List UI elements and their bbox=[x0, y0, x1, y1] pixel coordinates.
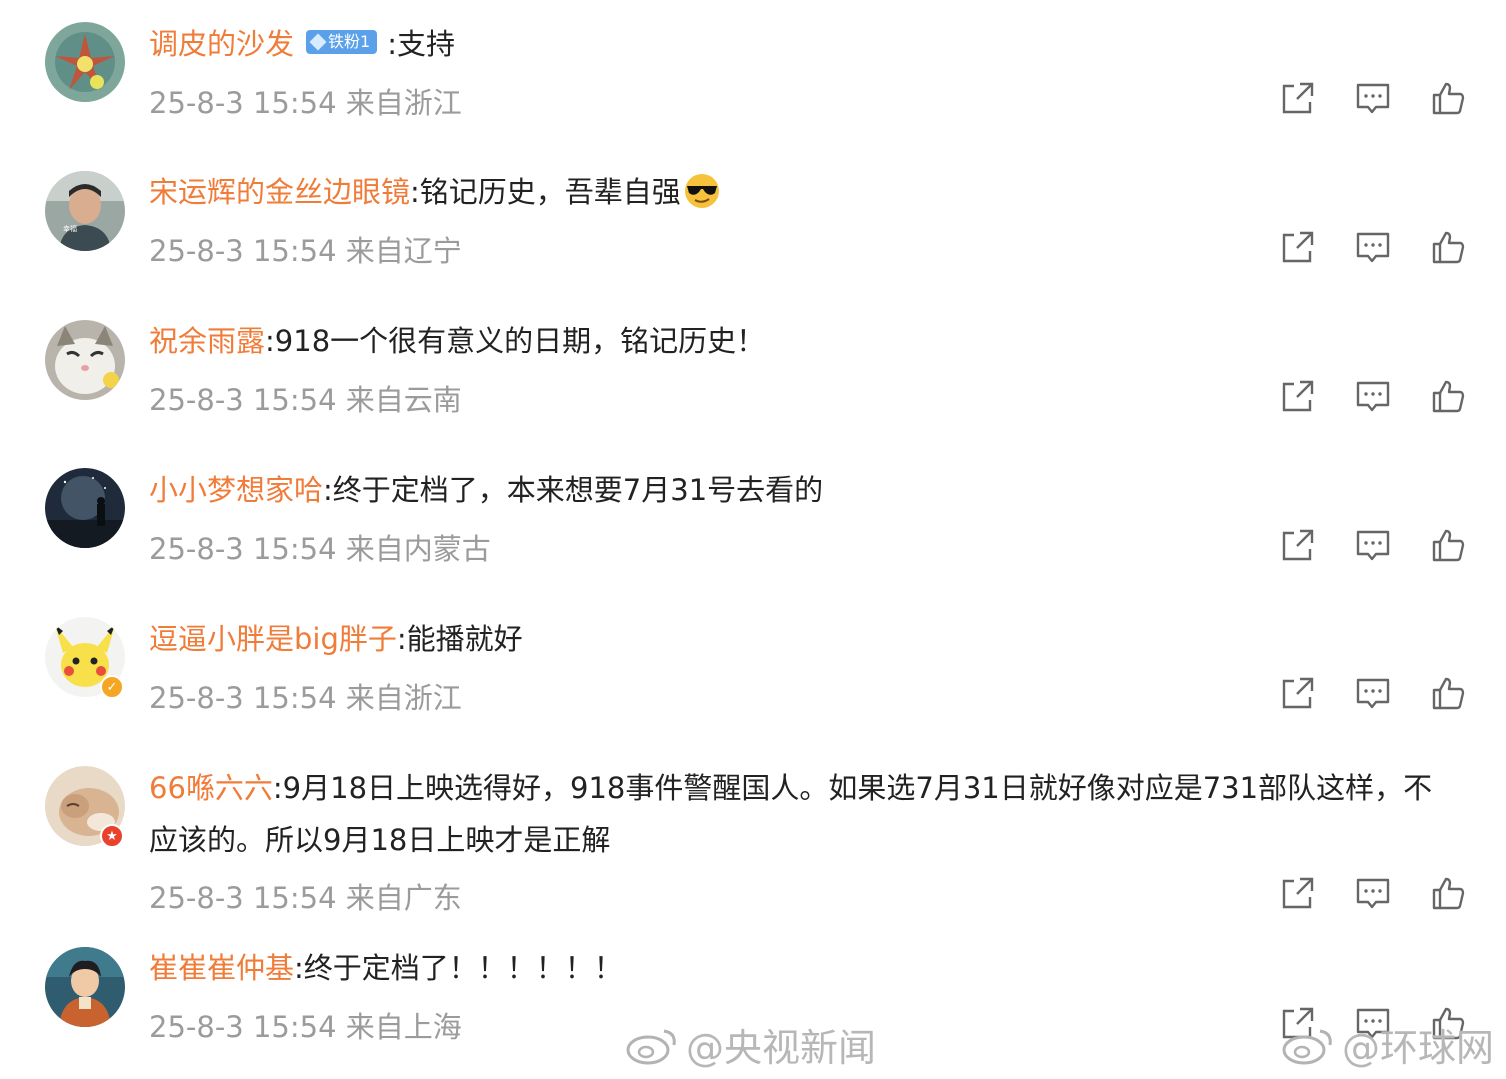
thumbs-up-icon bbox=[1432, 380, 1465, 413]
watermark-huanqiu: @环球网 bbox=[1280, 1017, 1494, 1072]
share-button[interactable] bbox=[1280, 675, 1316, 711]
share-button[interactable] bbox=[1280, 80, 1316, 116]
like-button[interactable] bbox=[1430, 527, 1466, 563]
comment-meta: 25-8-3 15:54 来自上海 bbox=[149, 1010, 462, 1044]
username-link[interactable]: 宋运辉的金丝边眼镜 bbox=[149, 175, 410, 209]
avatar[interactable] bbox=[45, 320, 125, 400]
reply-button[interactable] bbox=[1355, 527, 1391, 563]
weibo-logo-icon bbox=[1282, 1029, 1332, 1064]
like-button[interactable] bbox=[1430, 675, 1466, 711]
share-icon bbox=[1282, 380, 1314, 412]
share-icon bbox=[1282, 877, 1314, 909]
weibo-logo-icon bbox=[626, 1029, 676, 1064]
like-button[interactable] bbox=[1430, 80, 1466, 116]
comment-icon bbox=[1356, 232, 1390, 263]
username-link[interactable]: 66喺六六 bbox=[149, 771, 273, 805]
reply-button[interactable] bbox=[1355, 80, 1391, 116]
username-link[interactable]: 祝余雨露 bbox=[149, 324, 265, 358]
verified-badge: ✓ bbox=[100, 675, 124, 699]
comment-text: 祝余雨露:918一个很有意义的日期，铭记历史！ bbox=[149, 315, 765, 367]
watermark-text: @环球网 bbox=[1342, 1026, 1495, 1070]
comment-text: 逗逼小胖是big胖子:能播就好 bbox=[149, 613, 523, 665]
share-icon bbox=[1282, 231, 1314, 263]
thumbs-up-icon bbox=[1432, 677, 1465, 710]
share-button[interactable] bbox=[1280, 378, 1316, 414]
comment-actions bbox=[1280, 229, 1470, 265]
comment-meta: 25-8-3 15:54 来自辽宁 bbox=[149, 234, 462, 268]
comment-actions bbox=[1280, 378, 1470, 414]
comment-body: :9月18日上映选得好，918事件警醒国人。如果选7月31日就好像对应是731部… bbox=[149, 771, 1433, 857]
avatar[interactable]: 幸福 bbox=[45, 171, 125, 251]
reply-button[interactable] bbox=[1355, 229, 1391, 265]
reply-button[interactable] bbox=[1355, 875, 1391, 911]
comment-body: :能播就好 bbox=[396, 622, 523, 656]
username-link[interactable]: 调皮的沙发 bbox=[149, 27, 294, 61]
reply-button[interactable] bbox=[1355, 378, 1391, 414]
like-button[interactable] bbox=[1430, 875, 1466, 911]
svg-text:幸福: 幸福 bbox=[63, 224, 77, 233]
comment-meta: 25-8-3 15:54 来自广东 bbox=[149, 881, 462, 915]
avatar[interactable] bbox=[45, 468, 125, 548]
comment-icon bbox=[1356, 878, 1390, 909]
avatar[interactable] bbox=[45, 947, 125, 1027]
comment-text: 宋运辉的金丝边眼镜:铭记历史，吾辈自强 bbox=[149, 166, 721, 218]
username-link[interactable]: 逗逼小胖是big胖子 bbox=[149, 622, 397, 656]
comment-actions bbox=[1280, 80, 1470, 116]
comment-text: 66喺六六:9月18日上映选得好，918事件警醒国人。如果选7月31日就好像对应… bbox=[149, 762, 1459, 866]
comment-meta: 25-8-3 15:54 来自云南 bbox=[149, 383, 462, 417]
diamond-icon bbox=[309, 33, 327, 51]
comment-meta: 25-8-3 15:54 来自内蒙古 bbox=[149, 532, 491, 566]
comment-text: 调皮的沙发 铁粉1 :支持 bbox=[149, 18, 455, 70]
thumbs-up-icon bbox=[1432, 877, 1465, 910]
like-button[interactable] bbox=[1430, 229, 1466, 265]
comment-body: :铭记历史，吾辈自强 bbox=[410, 175, 681, 209]
comment-body: :终于定档了，本来想要7月31号去看的 bbox=[323, 473, 824, 507]
share-icon bbox=[1282, 529, 1314, 561]
reply-button[interactable] bbox=[1355, 675, 1391, 711]
verified-badge: ★ bbox=[100, 824, 124, 848]
comment-meta: 25-8-3 15:54 来自浙江 bbox=[149, 681, 462, 715]
comment-icon bbox=[1356, 678, 1390, 709]
share-icon bbox=[1282, 82, 1314, 114]
avatar[interactable] bbox=[45, 22, 125, 102]
username-link[interactable]: 崔崔崔仲基 bbox=[149, 951, 294, 985]
thumbs-up-icon bbox=[1432, 82, 1465, 115]
watermark-text: @央视新闻 bbox=[686, 1026, 877, 1070]
like-button[interactable] bbox=[1430, 378, 1466, 414]
comment-body: :支持 bbox=[387, 27, 455, 61]
comment-actions bbox=[1280, 527, 1470, 563]
share-button[interactable] bbox=[1280, 229, 1316, 265]
username-link[interactable]: 小小梦想家哈 bbox=[149, 473, 323, 507]
comment-icon bbox=[1356, 381, 1390, 412]
share-icon bbox=[1282, 677, 1314, 709]
watermark-cctv-news: @央视新闻 bbox=[624, 1017, 876, 1072]
share-button[interactable] bbox=[1280, 875, 1316, 911]
share-button[interactable] bbox=[1280, 527, 1316, 563]
comment-icon bbox=[1356, 530, 1390, 561]
comment-icon bbox=[1356, 83, 1390, 114]
thumbs-up-icon bbox=[1432, 529, 1465, 562]
comment-body: :终于定档了！！！！！！ bbox=[294, 951, 623, 985]
thumbs-up-icon bbox=[1432, 231, 1465, 264]
comment-meta: 25-8-3 15:54 来自浙江 bbox=[149, 86, 462, 120]
comment-text: 崔崔崔仲基:终于定档了！！！！！！ bbox=[149, 942, 623, 994]
comment-actions bbox=[1280, 875, 1470, 911]
comment-text: 小小梦想家哈:终于定档了，本来想要7月31号去看的 bbox=[149, 464, 823, 516]
fan-badge[interactable]: 铁粉1 bbox=[306, 30, 378, 54]
fan-badge-label: 铁粉1 bbox=[328, 32, 371, 51]
comment-body: :918一个很有意义的日期，铭记历史！ bbox=[265, 324, 766, 358]
comment-actions bbox=[1280, 675, 1470, 711]
sunglasses-emoji bbox=[684, 174, 719, 208]
